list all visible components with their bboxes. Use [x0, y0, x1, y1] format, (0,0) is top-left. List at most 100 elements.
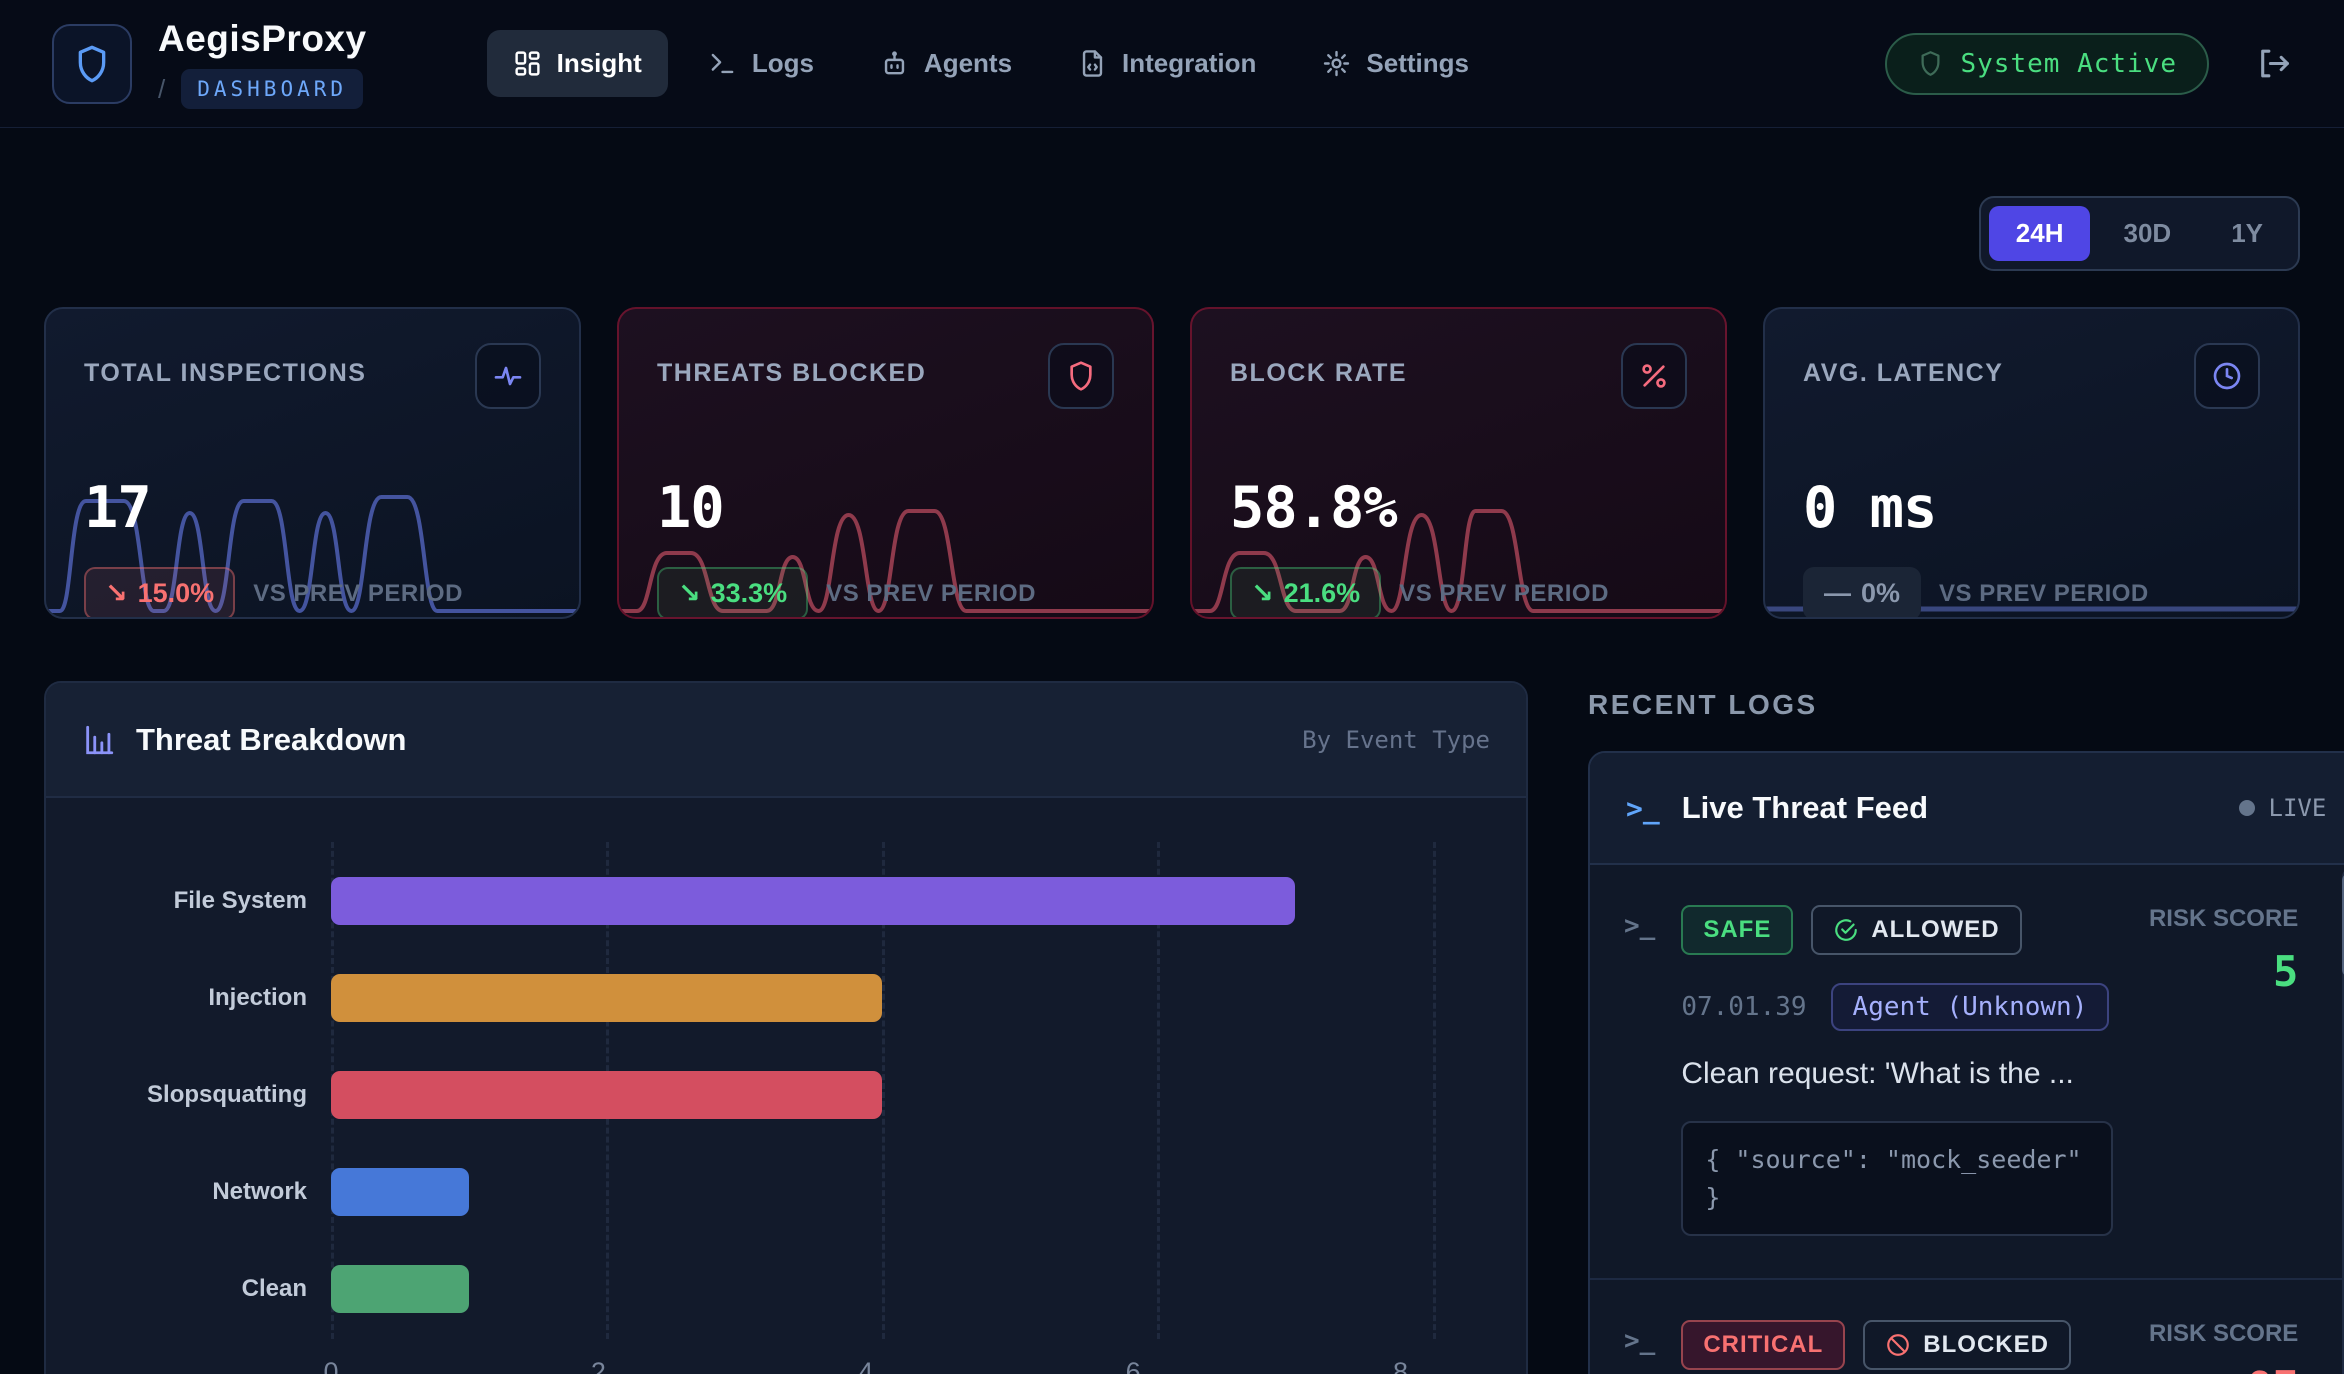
feed-header: >_ Live Threat Feed LIVE: [1590, 753, 2344, 865]
logout-icon: [2255, 45, 2292, 82]
risk-score-column: RISK SCORE 97: [2113, 1320, 2298, 1374]
x-tick-label: 6: [1126, 1357, 1141, 1374]
file-code-icon: [1078, 49, 1107, 78]
log-message: Clean request: 'What is the ...: [1681, 1057, 2113, 1091]
bar-area: [331, 974, 1492, 1022]
chart-title-wrap: Threat Breakdown: [82, 722, 406, 758]
range-button-30d[interactable]: 30D: [2096, 206, 2198, 261]
bar-chart-icon: [82, 723, 116, 757]
stat-card-top: AVG. LATENCY: [1803, 343, 2260, 409]
log-entry-main: SAFE ALLOWED 07.01.39 Agent (Unknown) Cl…: [1681, 905, 2113, 1236]
stat-label: THREATS BLOCKED: [657, 359, 926, 388]
chart-title: Threat Breakdown: [136, 722, 406, 758]
stat-icon-box: [475, 343, 541, 409]
stat-card-top: BLOCK RATE: [1230, 343, 1687, 409]
compare-label: VS PREV PERIOD: [1399, 580, 1609, 608]
action-label: ALLOWED: [1871, 916, 1999, 944]
shield-icon: [1065, 360, 1097, 392]
nav-item-settings[interactable]: Settings: [1296, 30, 1495, 97]
stat-icon-box: [1048, 343, 1114, 409]
stat-card-top: TOTAL INSPECTIONS: [84, 343, 541, 409]
feed-title-wrap: >_ Live Threat Feed: [1626, 790, 1928, 826]
live-indicator: LIVE: [2239, 794, 2327, 822]
log-entry[interactable]: >_ CRITICAL BLOCKED 05.54.39 Agent (Unkn…: [1590, 1278, 2344, 1374]
stat-trend: ↘15.0% VS PREV PERIOD: [84, 567, 541, 619]
breadcrumb-separator: /: [158, 74, 165, 105]
stat-value: 17: [84, 475, 541, 541]
bar-slopsquatting: [331, 1071, 882, 1119]
ban-icon: [1885, 1332, 1911, 1358]
breadcrumb-page: DASHBOARD: [181, 69, 363, 109]
trend-down-icon: ↘: [105, 578, 128, 609]
range-button-1y[interactable]: 1Y: [2204, 206, 2290, 261]
stat-icon-box: [2194, 343, 2260, 409]
bar-file-system: [331, 877, 1295, 925]
bar-area: [331, 1071, 1492, 1119]
delta-value: 21.6%: [1284, 578, 1361, 609]
bar-row: Network: [46, 1143, 1492, 1240]
stat-label: AVG. LATENCY: [1803, 359, 2003, 388]
nav-item-label: Agents: [924, 48, 1012, 79]
category-label: Clean: [46, 1275, 331, 1303]
compare-label: VS PREV PERIOD: [826, 580, 1036, 608]
stat-card-threats-blocked: THREATS BLOCKED 10 ↘33.3% VS PREV PERIOD: [617, 307, 1154, 619]
risk-score-label: RISK SCORE: [2113, 1320, 2298, 1348]
live-label: LIVE: [2269, 794, 2327, 822]
chart-body: File System Injection Slopsquatting Netw…: [46, 798, 1526, 1374]
chart-subtitle: By Event Type: [1302, 726, 1490, 754]
app-logo[interactable]: [52, 24, 132, 104]
nav-item-label: Settings: [1366, 48, 1469, 79]
stat-value: 58.8%: [1230, 475, 1687, 541]
threat-breakdown-card: Threat Breakdown By Event Type File Syst…: [44, 681, 1528, 1374]
log-payload-code: { "source": "mock_seeder" }: [1681, 1121, 2113, 1236]
stat-icon-box: [1621, 343, 1687, 409]
nav-item-label: Logs: [752, 48, 814, 79]
brand-text: AegisProxy / DASHBOARD: [158, 18, 367, 109]
recent-logs-heading: RECENT LOGS: [1588, 689, 2344, 721]
terminal-icon: [708, 49, 737, 78]
bar-row: Slopsquatting: [46, 1046, 1492, 1143]
log-entry[interactable]: >_ SAFE ALLOWED 07.01.39 Agent (Unknown): [1590, 865, 2344, 1278]
category-label: Injection: [46, 984, 331, 1012]
stat-trend: ↘ 21.6% VS PREV PERIOD: [1230, 567, 1687, 619]
main-content: 24H 30D 1Y TOTAL INSPECTIONS 17 ↘15.0% V…: [0, 196, 2344, 1374]
x-tick-label: 2: [591, 1357, 606, 1374]
percent-icon: [1638, 360, 1670, 392]
gear-icon: [1322, 49, 1351, 78]
logout-button[interactable]: [2255, 45, 2292, 82]
delta-badge: —0%: [1803, 567, 1921, 619]
nav-item-logs[interactable]: Logs: [682, 30, 840, 97]
severity-badge: SAFE: [1681, 905, 1793, 955]
stat-label: BLOCK RATE: [1230, 359, 1407, 388]
stat-value: 0 ms: [1803, 475, 2260, 541]
x-tick-label: 0: [323, 1357, 338, 1374]
delta-value: 33.3%: [711, 578, 788, 609]
delta-badge: ↘33.3%: [657, 567, 808, 619]
live-threat-feed-card: >_ Live Threat Feed LIVE >_ SAFE: [1588, 751, 2344, 1374]
stat-trend: —0% VS PREV PERIOD: [1803, 567, 2260, 619]
nav-item-agents[interactable]: Agents: [854, 30, 1038, 97]
bar-row: Clean: [46, 1240, 1492, 1337]
nav-item-label: Integration: [1122, 48, 1256, 79]
badge-row: SAFE ALLOWED: [1681, 905, 2113, 955]
activity-icon: [492, 360, 524, 392]
range-button-24h[interactable]: 24H: [1989, 206, 2091, 261]
recent-logs-panel: RECENT LOGS >_ Live Threat Feed LIVE >_: [1588, 681, 2344, 1374]
system-status-badge: System Active: [1885, 33, 2210, 95]
terminal-prompt-icon: >_: [1626, 792, 1660, 825]
category-label: File System: [46, 887, 331, 915]
stat-card-inner: THREATS BLOCKED 10 ↘33.3% VS PREV PERIOD: [619, 309, 1152, 617]
system-status-label: System Active: [1961, 49, 2178, 79]
stat-card-inner: AVG. LATENCY 0 ms —0% VS PREV PERIOD: [1765, 309, 2298, 617]
trend-down-icon: ↘: [1251, 578, 1274, 609]
bar-area: [331, 1168, 1492, 1216]
badge-row: CRITICAL BLOCKED: [1681, 1320, 2113, 1370]
risk-score-value: 97: [2113, 1362, 2298, 1374]
delta-badge: ↘ 21.6%: [1230, 567, 1381, 619]
stat-card-total-inspections: TOTAL INSPECTIONS 17 ↘15.0% VS PREV PERI…: [44, 307, 581, 619]
time-range-row: 24H 30D 1Y: [44, 196, 2300, 271]
stat-card-block-rate: BLOCK RATE 58.8% ↘ 21.6% VS PREV PERIOD: [1190, 307, 1727, 619]
bar-area: [331, 1265, 1492, 1313]
nav-item-insight[interactable]: Insight: [487, 30, 668, 97]
nav-item-integration[interactable]: Integration: [1052, 30, 1282, 97]
